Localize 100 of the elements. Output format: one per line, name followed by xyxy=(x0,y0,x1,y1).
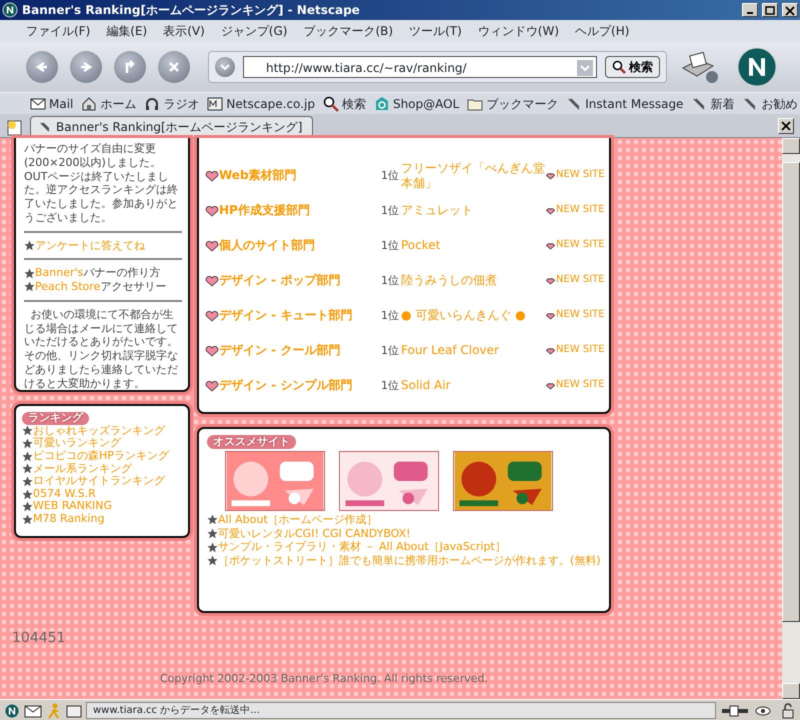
site-link[interactable]: アミュレット xyxy=(401,203,545,218)
close-button[interactable] xyxy=(782,3,798,17)
copyright-text: Copyright 2002-2003 Banner's Ranking. All rights reserved. xyxy=(160,671,488,687)
menu-item[interactable]: ファイル(F) xyxy=(18,22,98,40)
menu-item[interactable]: ツール(T) xyxy=(401,22,470,40)
search-icon xyxy=(322,96,339,112)
star-icon xyxy=(22,488,33,500)
category-link[interactable]: デザイン - シンプル部門 xyxy=(219,378,352,393)
site-link[interactable]: Pocket xyxy=(401,238,545,253)
recommended-link[interactable]: サンプル・ライブラリ・素材 － All About［JavaScript］ xyxy=(218,540,506,554)
site-link[interactable]: Solid Air xyxy=(401,378,545,393)
site-link[interactable]: Peach Store xyxy=(35,280,100,294)
star-icon xyxy=(207,514,218,526)
category-link[interactable]: デザイン - クール部門 xyxy=(219,343,340,358)
status-text: www.tiara.cc からデータを転送中... xyxy=(86,702,716,719)
toolbar-link[interactable]: Instant Message xyxy=(566,94,684,112)
toolbar-link[interactable]: ブックマーク xyxy=(467,94,558,112)
toolbar-link[interactable]: お勧め xyxy=(742,94,798,112)
menu-item[interactable]: 表示(V) xyxy=(155,22,213,40)
toolbar-link[interactable]: ラジオ xyxy=(144,94,200,112)
new-site-label: NEW SITE xyxy=(556,344,605,357)
maximize-button[interactable] xyxy=(762,3,778,17)
toolbar-link[interactable]: 新着 xyxy=(691,94,734,112)
site-link[interactable]: ● 可愛いらんきんぐ ● xyxy=(401,308,545,323)
category-link[interactable]: Web素材部門 xyxy=(219,168,297,183)
site-link[interactable]: 陸うみうしの佃煮 xyxy=(401,273,545,288)
rank-label: 1位 xyxy=(381,238,400,252)
mail-icon xyxy=(24,704,42,718)
site-link[interactable]: フリーソザイ「ぺんぎん堂本舗」 xyxy=(401,160,545,190)
menu-item[interactable]: ヘルプ(H) xyxy=(567,22,638,40)
recommended-link[interactable]: All About［ホームページ作成］ xyxy=(218,512,378,526)
toolbar-link[interactable]: ホーム xyxy=(81,94,136,112)
reload-button[interactable] xyxy=(114,51,146,83)
toolbar-link[interactable]: Netscape.co.jp xyxy=(207,94,315,112)
ranking-link[interactable]: M78 Ranking xyxy=(33,513,104,526)
category-link[interactable]: デザイン - キュート部門 xyxy=(219,308,352,323)
ranking-link[interactable]: ピコピコの森HPランキング xyxy=(33,450,169,463)
close-tab-button[interactable] xyxy=(778,118,794,134)
toolbar-link[interactable]: Shop@AOL xyxy=(374,94,460,112)
toolbar-link[interactable]: 検索 xyxy=(322,94,366,112)
history-dropdown-button[interactable] xyxy=(215,57,235,77)
star-icon xyxy=(22,514,33,525)
minimize-icon xyxy=(747,12,753,14)
heart-icon xyxy=(545,276,556,285)
heart-icon xyxy=(545,311,556,320)
site-link[interactable]: Four Leaf Clover xyxy=(401,343,545,358)
browser-tab[interactable]: Banner's Ranking[ホームページランキング] xyxy=(30,116,314,137)
heart-icon xyxy=(205,204,219,216)
ranking-link[interactable]: WEB RANKING xyxy=(33,500,112,514)
ranking-link[interactable]: ロイヤルサイトランキング xyxy=(33,475,165,488)
heart-icon xyxy=(545,171,556,180)
new-site-label: NEW SITE xyxy=(556,379,605,392)
stop-button[interactable] xyxy=(158,51,190,83)
notice-paragraph: バナーのサイズ自由に変更(200×200以内)しました。OUTページは終了いたしました。逆アクセスランキングは終了いたしました。参加ありがとうございました。 xyxy=(24,142,179,224)
search-icon xyxy=(612,60,626,74)
new-site-label: NEW SITE xyxy=(556,274,605,287)
ranking-link[interactable]: メール系ランキング xyxy=(33,462,132,476)
heart-icon xyxy=(545,206,556,215)
forward-button[interactable] xyxy=(70,51,102,83)
visitor-counter: 104451 xyxy=(12,629,66,648)
url-field[interactable]: http://www.tiara.cc/~rav/ranking/ xyxy=(243,56,597,78)
search-button[interactable]: 検索 xyxy=(605,56,660,78)
window-title: Banner's Ranking[ホームページランキング] - Netscape xyxy=(22,2,361,19)
menu-item[interactable]: ジャンプ(G) xyxy=(212,22,296,40)
mail-icon xyxy=(30,96,46,112)
heart-icon xyxy=(205,170,219,182)
caret-icon xyxy=(220,63,230,71)
ranking-link[interactable]: 可愛いランキング xyxy=(33,437,121,450)
menu-item[interactable]: ウィンドウ(W) xyxy=(470,22,568,40)
heart-icon xyxy=(545,346,556,355)
ranking-link[interactable]: おしゃれキッズランキング xyxy=(33,424,165,438)
close-icon xyxy=(784,4,796,16)
heart-icon xyxy=(545,381,556,390)
ranking-link[interactable]: 0574 W.S.R xyxy=(33,488,96,500)
menu-item[interactable]: 編集(E) xyxy=(98,22,156,40)
back-button[interactable] xyxy=(26,51,58,83)
star-icon xyxy=(207,528,218,539)
star-icon xyxy=(22,438,33,450)
survey-link[interactable]: アンケートに答えてね xyxy=(35,238,145,252)
category-link[interactable]: 個人のサイト部門 xyxy=(219,238,315,253)
category-link[interactable]: デザイン - ポップ部門 xyxy=(219,273,340,288)
star-icon xyxy=(207,542,218,553)
star-icon xyxy=(24,268,35,279)
section-heading: ランキング xyxy=(22,412,89,425)
recommended-link[interactable]: ［ポケットストリート］誰でも簡単に携帯用ホームページが作れます。(無料) xyxy=(218,554,601,568)
menu-item[interactable]: ブックマーク(B) xyxy=(295,22,402,40)
heart-icon xyxy=(545,241,556,250)
category-link[interactable]: HP作成支援部門 xyxy=(219,203,310,218)
recommended-link[interactable]: 可愛いレンタルCGI! CGI CANDYBOX! xyxy=(218,526,411,540)
site-link[interactable]: Banner's xyxy=(35,266,84,280)
minimize-button[interactable] xyxy=(742,3,758,17)
heart-icon xyxy=(205,344,219,356)
toolbar-link[interactable]: Mail xyxy=(30,94,74,112)
star-icon xyxy=(22,450,33,462)
star-icon xyxy=(24,240,35,251)
at-sign-icon xyxy=(374,96,390,112)
contact-paragraph: お使いの環境にて不都合が生じる場合はメールにて連絡していただけるとありがたいです。その他、リンク切れ誤字脱字などありましたら連絡していただけると大変助かります。 xyxy=(24,308,179,390)
rank-label: 1位 xyxy=(381,204,400,218)
rank-label: 1位 xyxy=(381,378,400,392)
star-icon xyxy=(24,281,35,292)
